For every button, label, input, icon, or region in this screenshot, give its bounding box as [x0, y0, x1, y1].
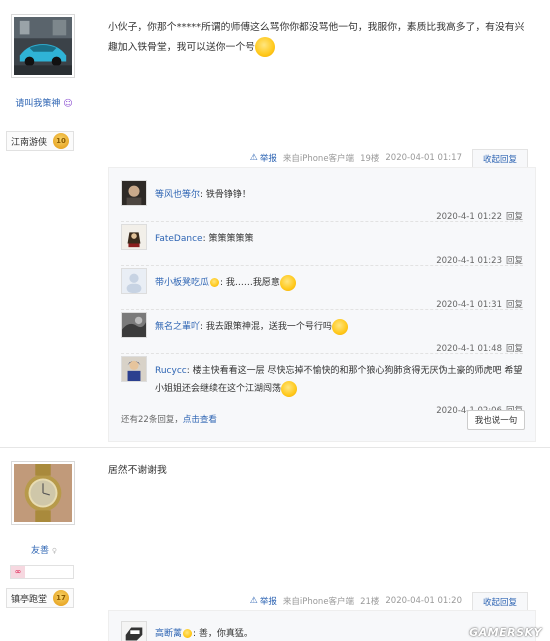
guild-emblem: ∞	[10, 565, 74, 579]
reply-divider	[121, 309, 523, 310]
view-more-link[interactable]: 点击查看	[183, 415, 217, 425]
moon-emoji-icon	[183, 629, 193, 638]
rank-badge[interactable]: 江南游侠 10	[6, 131, 75, 151]
post-text: 居然不谢谢我	[108, 465, 167, 476]
report-link[interactable]: ⚠ 举报	[244, 595, 277, 607]
laughing-emoji-icon	[281, 380, 298, 397]
reply-item: FateDance: 策策策策策 2020-4-1 01:23 回复	[121, 224, 523, 266]
user-avatar[interactable]	[11, 14, 75, 78]
reply-item: 等风也等尔: 铁骨铮铮！ 2020-4-1 01:22 回复	[121, 180, 523, 222]
rank-title: 江南游侠	[11, 137, 48, 148]
post-meta: ⚠ 举报 来自iPhone客户端 19楼 2020-04-01 01:17 收起回…	[244, 149, 528, 167]
more-replies: 还有22条回复，点击查看	[121, 413, 217, 425]
reply-author[interactable]: 無名之輩吖	[155, 322, 200, 332]
laughing-emoji-icon	[279, 274, 296, 291]
reply-author[interactable]: FateDance	[155, 234, 203, 244]
reply-divider	[121, 353, 523, 354]
reply-item: 高断蓠: 善，你真猛。	[121, 621, 523, 641]
laughing-emoji-icon	[254, 37, 275, 57]
reply-avatar[interactable]	[121, 621, 147, 641]
guild-emblem-icon: ∞	[11, 566, 25, 578]
post-divider	[0, 447, 550, 448]
username-link[interactable]: 友善 ♀	[0, 543, 88, 556]
post-source: 来自iPhone客户端	[282, 154, 355, 164]
post-time: 2020-04-01 01:17	[385, 153, 462, 163]
level-badge-icon: 10	[53, 133, 70, 149]
collapse-replies-button[interactable]: 收起回复	[472, 592, 528, 610]
reply-author[interactable]: 高断蓠	[155, 629, 182, 639]
reply-text: 我去跟策神混，送我一个号行吗	[205, 322, 332, 332]
laughing-emoji-icon	[331, 318, 348, 335]
rank-badge[interactable]: 镇亭跑堂 17	[6, 588, 75, 608]
reply-author[interactable]: 带小板凳吃瓜	[155, 278, 209, 288]
replies-panel: 等风也等尔: 铁骨铮铮！ 2020-4-1 01:22 回复 FateDance:…	[108, 167, 536, 442]
reply-text: 楼主快看看这一层 尽快忘掉不愉快的和那个狼心狗肺贪得无厌伪土豪的师虎吧 希望小姐…	[155, 366, 523, 394]
report-link[interactable]: ⚠ 举报	[244, 152, 277, 164]
reply-item: 無名之輩吖: 我去跟策神混，送我一个号行吗 2020-4-1 01:48 回复	[121, 312, 523, 354]
level-badge-icon: 17	[53, 590, 70, 606]
user-avatar[interactable]	[11, 461, 75, 525]
reply-avatar[interactable]	[121, 268, 147, 294]
gender-icon: ♀	[51, 547, 58, 555]
report-label[interactable]: 举报	[260, 152, 277, 164]
username-text[interactable]: 友善	[31, 546, 49, 556]
reply-divider	[121, 265, 523, 266]
post-content: 小伙子，你那个*****所谓的师傅这么骂你你都没骂他一句，我服你，素质比我高多了…	[108, 19, 532, 57]
post-time: 2020-04-01 01:20	[385, 596, 462, 606]
report-label[interactable]: 举报	[260, 595, 277, 607]
add-comment-button[interactable]: 我也说一句	[467, 410, 525, 430]
avatar-image	[14, 17, 72, 75]
post-meta: ⚠ 举报 来自iPhone客户端 21楼 2020-04-01 01:20 收起回…	[244, 592, 528, 610]
watermark: GAMERSKY	[469, 626, 542, 639]
avatar-image	[14, 464, 72, 522]
reply-divider	[121, 221, 523, 222]
reply-author[interactable]: 等风也等尔	[155, 190, 200, 200]
post-text: 小伙子，你那个*****所谓的师傅这么骂你你都没骂他一句，我服你，素质比我高多了…	[108, 22, 525, 53]
reply-item: Rucycc: 楼主快看看这一层 尽快忘掉不愉快的和那个狼心狗肺贪得无厌伪土豪的…	[121, 356, 523, 416]
username-link[interactable]: 请叫我策神 ☺	[0, 96, 88, 109]
reply-item: 带小板凳吃瓜: 我……我愿意 2020-4-1 01:31 回复	[121, 268, 523, 310]
reply-author[interactable]: Rucycc	[155, 366, 187, 376]
floor-number: 21楼	[360, 597, 380, 607]
smile-emoji-icon	[210, 278, 220, 287]
reply-text: 铁骨铮铮！	[205, 190, 251, 200]
warning-icon: ⚠	[249, 596, 258, 606]
devil-icon: ☺	[63, 99, 73, 109]
more-replies-text: 还有22条回复，	[121, 415, 183, 425]
reply-avatar[interactable]	[121, 312, 147, 338]
post-source: 来自iPhone客户端	[282, 597, 355, 607]
username-text[interactable]: 请叫我策神	[15, 99, 60, 109]
reply-avatar[interactable]	[121, 224, 147, 250]
reply-avatar[interactable]	[121, 180, 147, 206]
reply-text: 善，你真猛。	[198, 629, 253, 639]
rank-title: 镇亭跑堂	[11, 594, 48, 605]
floor-number: 19楼	[360, 154, 380, 164]
reply-text: 我……我愿意	[225, 278, 280, 288]
collapse-replies-button[interactable]: 收起回复	[472, 149, 528, 167]
reply-text: 策策策策策	[208, 234, 254, 244]
reply-avatar[interactable]	[121, 356, 147, 382]
warning-icon: ⚠	[249, 153, 258, 163]
